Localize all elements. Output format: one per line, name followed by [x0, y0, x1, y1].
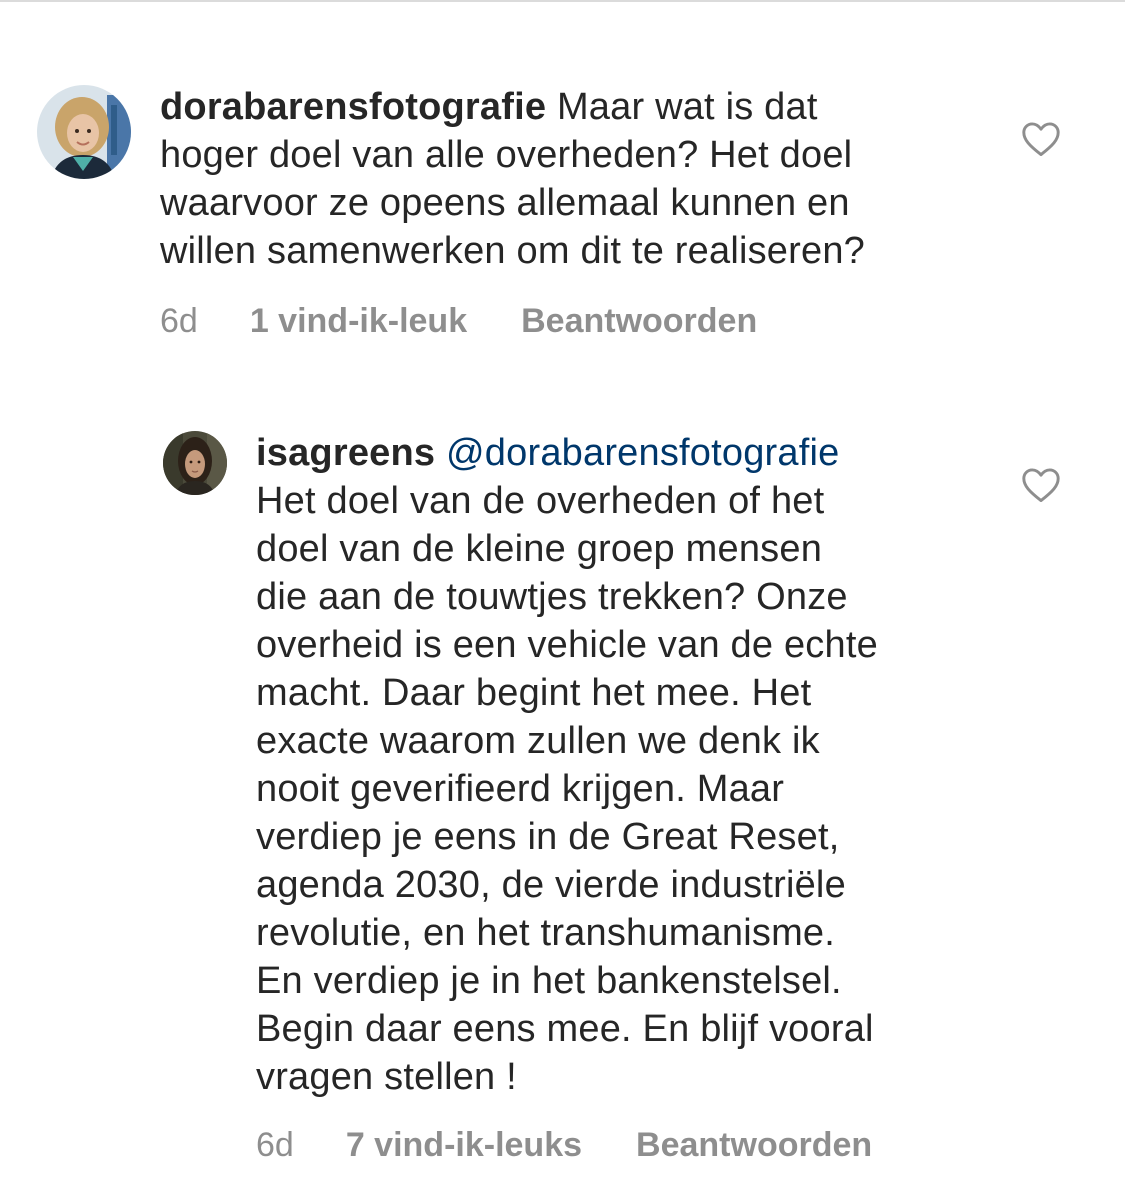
comment-text: isagreens @dorabarensfotografie Het doel … — [256, 429, 996, 1101]
comment-text: dorabarensfotografie Maar wat is dat hog… — [160, 83, 980, 275]
username[interactable]: dorabarensfotografie — [160, 86, 546, 128]
mention-link[interactable]: @dorabarensfotografie — [446, 432, 839, 474]
comment-body: Het doel van de overheden of het doel va… — [256, 480, 878, 1098]
reply-button[interactable]: Beantwoorden — [636, 1125, 872, 1165]
timestamp[interactable]: 6d — [160, 301, 198, 341]
heart-outline-icon[interactable] — [1021, 121, 1061, 157]
timestamp[interactable]: 6d — [256, 1125, 294, 1165]
top-divider — [0, 0, 1125, 2]
username[interactable]: isagreens — [256, 432, 435, 474]
heart-outline-icon[interactable] — [1021, 467, 1061, 503]
comment-meta: 6d 1 vind-ik-leuk Beantwoorden — [160, 301, 757, 341]
avatar[interactable] — [163, 431, 227, 495]
comment-meta: 6d 7 vind-ik-leuks Beantwoorden — [256, 1125, 872, 1165]
avatar[interactable] — [37, 85, 131, 179]
profile-photo-icon — [37, 85, 131, 179]
reply-button[interactable]: Beantwoorden — [521, 301, 757, 341]
likes-count[interactable]: 7 vind-ik-leuks — [346, 1125, 582, 1165]
profile-photo-icon — [163, 431, 227, 495]
likes-count[interactable]: 1 vind-ik-leuk — [250, 301, 467, 341]
